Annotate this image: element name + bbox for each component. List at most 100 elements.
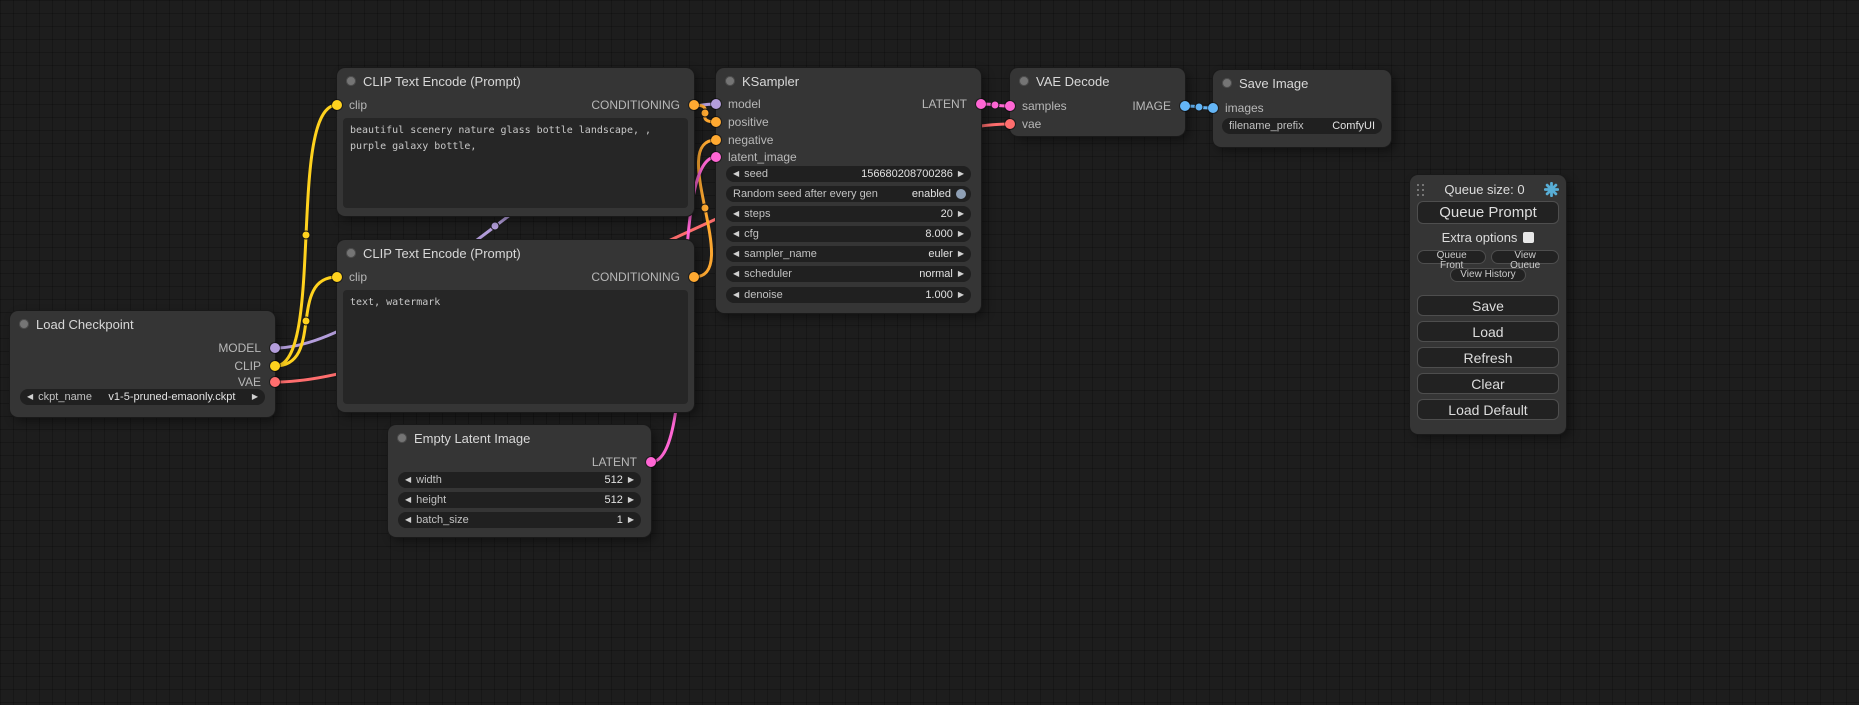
conditioning-output-port[interactable] xyxy=(689,100,699,110)
widget-sampler-name[interactable]: ◀ sampler_name euler ▶ xyxy=(726,246,971,262)
refresh-button[interactable]: Refresh xyxy=(1417,347,1559,368)
decrement-arrow-icon[interactable]: ◀ xyxy=(733,210,739,218)
extra-options-checkbox[interactable] xyxy=(1523,232,1534,243)
load-default-button[interactable]: Load Default xyxy=(1417,399,1559,420)
collapse-dot-icon[interactable] xyxy=(397,433,407,443)
prompt-text-field[interactable]: text, watermark xyxy=(343,290,688,404)
negative-input-port[interactable] xyxy=(711,135,721,145)
latent-output-port[interactable] xyxy=(646,457,656,467)
vae-input-port[interactable] xyxy=(1005,119,1015,129)
collapse-dot-icon[interactable] xyxy=(1222,78,1232,88)
collapse-dot-icon[interactable] xyxy=(346,76,356,86)
widget-cfg[interactable]: ◀ cfg 8.000 ▶ xyxy=(726,226,971,242)
view-history-button[interactable]: View History xyxy=(1450,268,1525,282)
increment-arrow-icon[interactable]: ▶ xyxy=(628,496,634,504)
node-load-checkpoint[interactable]: Load Checkpoint MODEL CLIP VAE ◀ ckpt_na… xyxy=(10,311,275,417)
increment-arrow-icon[interactable]: ▶ xyxy=(958,230,964,238)
decrement-arrow-icon[interactable]: ◀ xyxy=(733,250,739,258)
node-ksampler[interactable]: KSampler model positive negative latent_… xyxy=(716,68,981,313)
decrement-arrow-icon[interactable]: ◀ xyxy=(27,393,33,401)
decrement-arrow-icon[interactable]: ◀ xyxy=(405,476,411,484)
widget-value: normal xyxy=(797,268,953,280)
collapse-dot-icon[interactable] xyxy=(346,248,356,258)
image-output-port[interactable] xyxy=(1180,101,1190,111)
decrement-arrow-icon[interactable]: ◀ xyxy=(405,496,411,504)
node-title-bar[interactable]: KSampler xyxy=(716,68,981,94)
vae-output-port[interactable] xyxy=(270,377,280,387)
node-title-bar[interactable]: VAE Decode xyxy=(1010,68,1185,94)
load-button[interactable]: Load xyxy=(1417,321,1559,342)
settings-gear-icon[interactable] xyxy=(1544,182,1559,197)
save-button[interactable]: Save xyxy=(1417,295,1559,316)
samples-input-port[interactable] xyxy=(1005,101,1015,111)
node-title-bar[interactable]: CLIP Text Encode (Prompt) xyxy=(337,68,694,94)
node-title-bar[interactable]: CLIP Text Encode (Prompt) xyxy=(337,240,694,266)
widget-ckpt-name[interactable]: ◀ ckpt_name v1-5-pruned-emaonly.ckpt ▶ xyxy=(20,389,265,405)
conditioning-output-port[interactable] xyxy=(689,272,699,282)
node-clip-text-encode-positive[interactable]: CLIP Text Encode (Prompt) clip CONDITION… xyxy=(337,68,694,216)
widget-scheduler[interactable]: ◀ scheduler normal ▶ xyxy=(726,266,971,282)
node-graph-canvas[interactable]: Load Checkpoint MODEL CLIP VAE ◀ ckpt_na… xyxy=(0,0,1859,705)
clip-input-port[interactable] xyxy=(332,272,342,282)
node-title-bar[interactable]: Empty Latent Image xyxy=(388,425,651,451)
queue-prompt-button[interactable]: Queue Prompt xyxy=(1417,201,1559,224)
model-output-port[interactable] xyxy=(270,343,280,353)
wire-dot xyxy=(302,317,310,325)
widget-denoise[interactable]: ◀ denoise 1.000 ▶ xyxy=(726,287,971,303)
widget-seed[interactable]: ◀ seed 156680208700286 ▶ xyxy=(726,166,971,182)
widget-label: cfg xyxy=(744,228,759,240)
node-title-bar[interactable]: Load Checkpoint xyxy=(10,311,275,337)
widget-value: 20 xyxy=(775,208,952,220)
latent-output-port[interactable] xyxy=(976,99,986,109)
increment-arrow-icon[interactable]: ▶ xyxy=(628,476,634,484)
widget-height[interactable]: ◀ height 512 ▶ xyxy=(398,492,641,508)
queue-panel-header: Queue size: 0 xyxy=(1417,181,1559,197)
drag-handle-icon[interactable] xyxy=(1417,183,1425,196)
model-input-port[interactable] xyxy=(711,99,721,109)
toggle-dot-icon[interactable] xyxy=(956,189,966,199)
clip-output-port[interactable] xyxy=(270,361,280,371)
decrement-arrow-icon[interactable]: ◀ xyxy=(405,516,411,524)
decrement-arrow-icon[interactable]: ◀ xyxy=(733,170,739,178)
increment-arrow-icon[interactable]: ▶ xyxy=(958,291,964,299)
widget-random-seed-toggle[interactable]: Random seed after every gen enabled xyxy=(726,186,971,202)
decrement-arrow-icon[interactable]: ◀ xyxy=(733,291,739,299)
decrement-arrow-icon[interactable]: ◀ xyxy=(733,270,739,278)
decrement-arrow-icon[interactable]: ◀ xyxy=(733,230,739,238)
clear-button[interactable]: Clear xyxy=(1417,373,1559,394)
node-clip-text-encode-negative[interactable]: CLIP Text Encode (Prompt) clip CONDITION… xyxy=(337,240,694,412)
queue-front-button[interactable]: Queue Front xyxy=(1417,250,1486,264)
wire-dot xyxy=(491,222,499,230)
view-queue-button[interactable]: View Queue xyxy=(1491,250,1559,264)
node-vae-decode[interactable]: VAE Decode samples vae IMAGE xyxy=(1010,68,1185,136)
widget-filename-prefix[interactable]: filename_prefix ComfyUI xyxy=(1222,118,1382,134)
widget-value: ComfyUI xyxy=(1309,120,1375,132)
widget-value: 1 xyxy=(474,514,623,526)
clip-input-port[interactable] xyxy=(332,100,342,110)
collapse-dot-icon[interactable] xyxy=(1019,76,1029,86)
output-label-latent: LATENT xyxy=(922,97,967,111)
widget-steps[interactable]: ◀ steps 20 ▶ xyxy=(726,206,971,222)
increment-arrow-icon[interactable]: ▶ xyxy=(958,270,964,278)
images-input-port[interactable] xyxy=(1208,103,1218,113)
increment-arrow-icon[interactable]: ▶ xyxy=(958,250,964,258)
prompt-text-field[interactable]: beautiful scenery nature glass bottle la… xyxy=(343,118,688,208)
node-empty-latent-image[interactable]: Empty Latent Image LATENT ◀ width 512 ▶ … xyxy=(388,425,651,537)
widget-batch-size[interactable]: ◀ batch_size 1 ▶ xyxy=(398,512,641,528)
node-title-bar[interactable]: Save Image xyxy=(1213,70,1391,96)
widget-label: filename_prefix xyxy=(1229,120,1304,132)
widget-width[interactable]: ◀ width 512 ▶ xyxy=(398,472,641,488)
increment-arrow-icon[interactable]: ▶ xyxy=(628,516,634,524)
increment-arrow-icon[interactable]: ▶ xyxy=(252,393,258,401)
increment-arrow-icon[interactable]: ▶ xyxy=(958,210,964,218)
collapse-dot-icon[interactable] xyxy=(19,319,29,329)
increment-arrow-icon[interactable]: ▶ xyxy=(958,170,964,178)
widget-value: 512 xyxy=(451,494,623,506)
widget-value: euler xyxy=(822,248,953,260)
latent-image-input-port[interactable] xyxy=(711,152,721,162)
collapse-dot-icon[interactable] xyxy=(725,76,735,86)
queue-buttons-row: Queue Front View Queue xyxy=(1417,250,1559,264)
widget-label: ckpt_name xyxy=(38,391,92,403)
positive-input-port[interactable] xyxy=(711,117,721,127)
node-save-image[interactable]: Save Image images filename_prefix ComfyU… xyxy=(1213,70,1391,147)
